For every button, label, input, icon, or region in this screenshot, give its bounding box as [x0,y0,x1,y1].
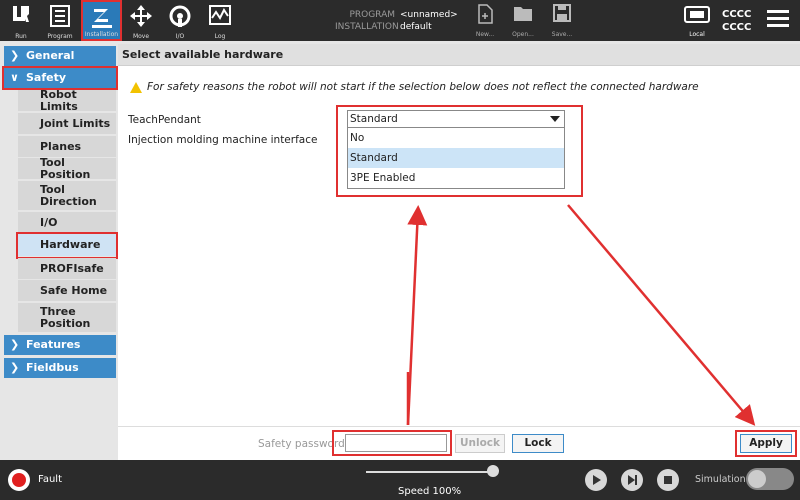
sidebar-item-hardware[interactable]: Hardware [16,232,118,259]
hamburger-menu-icon[interactable] [767,10,789,28]
open-button[interactable]: Open... [508,4,538,41]
sidebar-item-three-position[interactable]: Three Position [18,303,116,333]
installation-name: default [400,22,432,32]
sidebar-item-robot-limits[interactable]: Robot Limits [18,88,116,112]
sidebar-item-tool-direction[interactable]: Tool Direction [18,181,116,211]
log-icon [209,5,231,25]
chevron-down-icon: ∨ [10,71,19,84]
sidebar-item-safe-home[interactable]: Safe Home [18,280,116,302]
new-file-icon [478,4,493,24]
top-bar: Run Program Installation Move I/O Log PR… [0,0,800,41]
new-button[interactable]: New... [470,4,500,41]
io-icon [169,5,191,27]
folder-icon [514,7,532,21]
stop-button[interactable] [657,469,679,491]
program-info-keys: PROGRAM INSTALLATION [335,10,399,32]
move-tab[interactable]: Move [126,0,156,41]
installation-tab[interactable]: Installation [81,0,122,41]
stop-icon [664,476,672,484]
run-tab[interactable]: Run [6,0,36,41]
simulation-toggle[interactable] [746,468,794,490]
password-highlight-box [332,430,452,456]
dropdown-highlight-box [336,105,583,197]
speed-label: Speed 100% [398,486,462,497]
fault-status-icon[interactable] [8,469,30,491]
sidebar-category-safety[interactable]: ∨ Safety [2,66,118,90]
sidebar-item-tool-position[interactable]: Tool Position [18,156,116,180]
imm-interface-label: Injection molding machine interface [128,134,318,146]
sidebar: ❯ General ∨ Safety Robot Limits Joint Li… [0,44,118,460]
fault-label: Fault [38,474,62,485]
password-bar: Safety password Unlock Lock Apply [118,426,800,460]
chevron-right-icon: ❯ [10,49,20,62]
log-tab[interactable]: Log [204,0,236,41]
sidebar-item-profisafe[interactable]: PROFIsafe [18,258,116,280]
chevron-right-icon: ❯ [10,361,20,374]
speed-slider-track[interactable] [366,471,494,473]
speed-slider-handle[interactable] [487,465,499,477]
checksum-display: CCCC CCCC [722,9,752,33]
sidebar-item-joint-limits[interactable]: Joint Limits [18,113,116,135]
step-button[interactable] [621,469,643,491]
chevron-right-icon: ❯ [10,338,20,351]
io-tab[interactable]: I/O [164,0,196,41]
program-name: <unnamed> [400,10,458,20]
play-icon [593,475,601,485]
play-button[interactable] [585,469,607,491]
teach-pendant-icon [684,6,710,23]
simulation-label: Simulation [695,474,746,485]
sidebar-item-io[interactable]: I/O [18,212,116,234]
save-icon [553,4,571,22]
move-arrows-icon [130,5,152,27]
program-info-values: <unnamed> default [400,9,458,33]
warning-icon [130,81,142,93]
main-panel: Select available hardware For safety rea… [118,44,800,426]
lock-button[interactable]: Lock [512,434,564,453]
program-icon [50,5,70,27]
sidebar-category-general[interactable]: ❯ General [4,46,116,66]
save-button[interactable]: Save... [547,4,577,41]
sidebar-item-planes[interactable]: Planes [18,136,116,158]
page-title: Select available hardware [118,44,800,66]
teachpendant-label: TeachPendant [128,114,201,126]
program-tab[interactable]: Program [44,0,76,41]
apply-highlight-box [735,430,797,457]
step-icon [628,475,637,485]
unlock-button[interactable]: Unlock [455,434,505,453]
sidebar-category-features[interactable]: ❯ Features [4,335,116,355]
ur-logo-icon [13,6,29,22]
safety-warning: For safety reasons the robot will not st… [130,81,699,93]
local-control-button[interactable]: Local [682,4,712,41]
installation-icon [91,9,112,28]
sidebar-category-fieldbus[interactable]: ❯ Fieldbus [4,358,116,378]
footer-bar: Fault Speed 100% Simulation [0,460,800,500]
